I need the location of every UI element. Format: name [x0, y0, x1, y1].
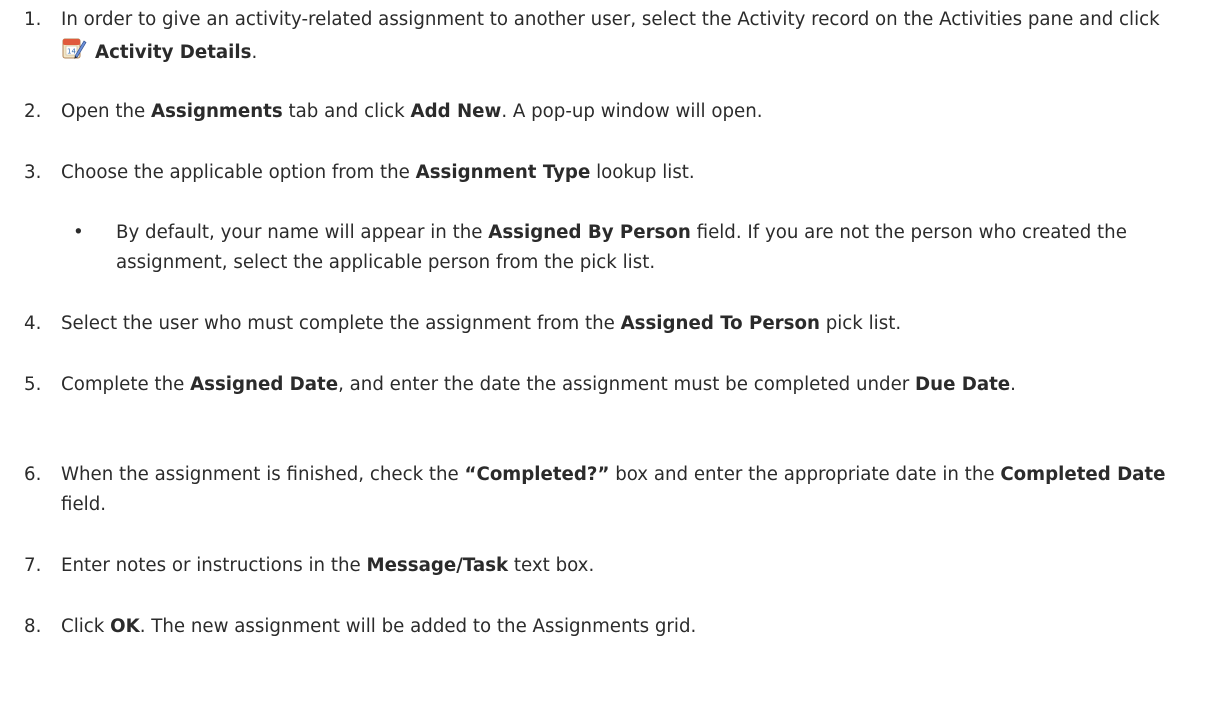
bold-term: Assigned Date [190, 374, 339, 395]
text-run: By default, your name will appear in the [116, 222, 489, 243]
text-run: Choose the applicable option from the [61, 162, 416, 183]
step-8: 8. Click OK. The new assignment will be … [0, 612, 1190, 642]
step-number: 8. [24, 616, 42, 637]
text-run: In order to give an activity-related ass… [61, 9, 1166, 30]
bold-term: Assigned By Person [488, 222, 691, 243]
step-text: Choose the applicable option from the As… [61, 158, 1190, 188]
text-run: Select the user who must complete the as… [61, 313, 621, 334]
text-run: Enter notes or instructions in the [61, 555, 367, 576]
bullet-text: By default, your name will appear in the… [116, 218, 1190, 278]
step-number: 7. [24, 555, 42, 576]
step-number: 5. [24, 374, 42, 395]
step-number: 2. [24, 101, 42, 122]
step-2: 2. Open the Assignments tab and click Ad… [0, 97, 1190, 127]
text-run: lookup list. [590, 162, 695, 183]
text-run: Click [61, 616, 111, 637]
text-run: Complete the [61, 374, 191, 395]
text-run: When the assignment is finished, check t… [61, 464, 465, 485]
step-3-bullet: • By default, your name will appear in t… [0, 218, 1190, 278]
text-run: , and enter the date the assignment must… [338, 374, 916, 395]
step-1: 1. In order to give an activity-related … [0, 5, 1190, 68]
step-text: Complete the Assigned Date, and enter th… [61, 370, 1190, 400]
text-run: tab and click [282, 101, 411, 122]
step-3: 3. Choose the applicable option from the… [0, 158, 1190, 188]
step-text: Enter notes or instructions in the Messa… [61, 551, 1190, 581]
text-run: Open the [61, 101, 151, 122]
text-run: . The new assignment will be added to th… [139, 616, 697, 637]
step-text: Click OK. The new assignment will be add… [61, 612, 1190, 642]
bullet-dot: • [73, 222, 84, 243]
bold-term: Activity Details [95, 42, 252, 63]
step-text: In order to give an activity-related ass… [61, 5, 1190, 68]
step-4: 4. Select the user who must complete the… [0, 309, 1190, 339]
bold-term: Message/Task [366, 555, 509, 576]
text-run: . [1010, 374, 1016, 395]
step-number: 4. [24, 313, 42, 334]
step-text: Open the Assignments tab and click Add N… [61, 97, 1190, 127]
bold-term: Assignments [151, 101, 283, 122]
step-6: 6. When the assignment is finished, chec… [0, 460, 1190, 520]
bold-term: OK [110, 616, 140, 637]
step-5: 5. Complete the Assigned Date, and enter… [0, 370, 1190, 400]
bold-term: Due Date [915, 374, 1011, 395]
step-text: Select the user who must complete the as… [61, 309, 1190, 339]
text-run: pick list. [819, 313, 902, 334]
step-7: 7. Enter notes or instructions in the Me… [0, 551, 1190, 581]
step-number: 1. [24, 9, 42, 30]
bold-term: Assignment Type [415, 162, 591, 183]
activity-details-icon: 14 [62, 38, 87, 59]
bold-term: Completed Date [1000, 464, 1166, 485]
bold-term: Add New [410, 101, 502, 122]
text-run: . A pop-up window will open. [501, 101, 763, 122]
step-number: 3. [24, 162, 42, 183]
text-run: text box. [508, 555, 595, 576]
bold-term: Assigned To Person [620, 313, 820, 334]
bold-term: “Completed?” [464, 464, 610, 485]
svg-text:14: 14 [67, 48, 76, 56]
text-run: box and enter the appropriate date in th… [609, 464, 1001, 485]
instructions-document: 1. In order to give an activity-related … [0, 0, 1206, 703]
step-number: 6. [24, 464, 42, 485]
text-run: . [251, 42, 258, 63]
step-text: When the assignment is finished, check t… [61, 460, 1190, 520]
